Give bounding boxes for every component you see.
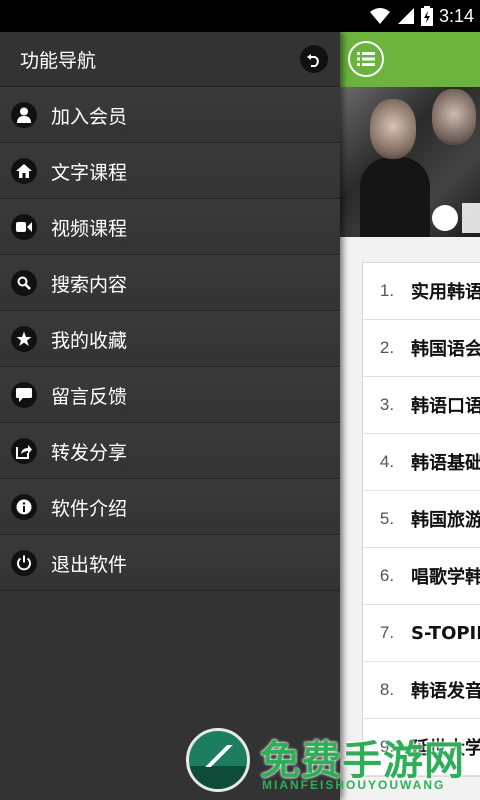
- drawer-title: 功能导航: [20, 49, 97, 72]
- status-icons: 3:14: [369, 4, 474, 28]
- menu-list-button[interactable]: [348, 41, 384, 77]
- home-icon: [11, 158, 37, 184]
- watermark-logo: [186, 728, 250, 792]
- search-icon: [11, 270, 37, 296]
- lesson-item[interactable]: 8. 韩语发音: [363, 662, 480, 719]
- lesson-item[interactable]: 6. 唱歌学韩: [363, 548, 480, 605]
- star-icon: [11, 326, 37, 352]
- lesson-item[interactable]: 4. 韩语基础: [363, 434, 480, 491]
- battery-icon: [420, 6, 433, 26]
- menu-item-favorites[interactable]: 我的收藏: [0, 311, 340, 367]
- back-button[interactable]: [300, 45, 328, 73]
- wifi-icon: [369, 8, 390, 24]
- menu-item-video-course[interactable]: 视频课程: [0, 199, 340, 255]
- banner-logo: [432, 205, 458, 231]
- watermark: 免费手游网 MIANFEISHOUYOUWANG: [184, 724, 480, 800]
- main-header: [340, 32, 480, 87]
- lesson-item[interactable]: 1. 实用韩语: [363, 263, 480, 320]
- drawer-menu: 加入会员 文字课程 视频课程 搜索内容 我的收藏 留言反馈 转发分享 软件介绍: [0, 87, 340, 591]
- banner-image[interactable]: [340, 87, 480, 237]
- menu-item-share[interactable]: 转发分享: [0, 423, 340, 479]
- watermark-subtext: MIANFEISHOUYOUWANG: [262, 778, 446, 792]
- lesson-item[interactable]: 3. 韩语口语: [363, 377, 480, 434]
- drawer-header: 功能导航: [0, 32, 340, 87]
- video-camera-icon: [11, 214, 37, 240]
- menu-item-text-course[interactable]: 文字课程: [0, 143, 340, 199]
- signal-icon: [397, 8, 414, 24]
- lesson-item[interactable]: 2. 韩国语会: [363, 320, 480, 377]
- lesson-item[interactable]: 7.S-TOPIK: [363, 605, 480, 662]
- chat-bubble-icon: [11, 382, 37, 408]
- share-icon: [11, 438, 37, 464]
- status-time: 3:14: [438, 6, 474, 26]
- menu-item-exit[interactable]: 退出软件: [0, 535, 340, 591]
- status-bar: 3:14: [0, 0, 480, 32]
- user-icon: [11, 102, 37, 128]
- power-icon: [11, 550, 37, 576]
- menu-item-join-member[interactable]: 加入会员: [0, 87, 340, 143]
- list-icon: [357, 52, 375, 66]
- lesson-item[interactable]: 5. 韩国旅游: [363, 491, 480, 548]
- main-content: 1. 实用韩语 2. 韩国语会 3. 韩语口语 4. 韩语基础 5. 韩国旅游 6. 唱歌学…: [340, 32, 480, 800]
- menu-item-about[interactable]: 软件介绍: [0, 479, 340, 535]
- menu-item-feedback[interactable]: 留言反馈: [0, 367, 340, 423]
- info-icon: [11, 494, 37, 520]
- undo-icon: [307, 54, 319, 67]
- navigation-drawer: 功能导航 加入会员 文字课程 视频课程 搜索内容 我的收藏 留言反馈 转发分享 …: [0, 32, 340, 800]
- lesson-list: 1. 实用韩语 2. 韩国语会 3. 韩语口语 4. 韩语基础 5. 韩国旅游 6. 唱歌学…: [362, 262, 480, 777]
- menu-item-search[interactable]: 搜索内容: [0, 255, 340, 311]
